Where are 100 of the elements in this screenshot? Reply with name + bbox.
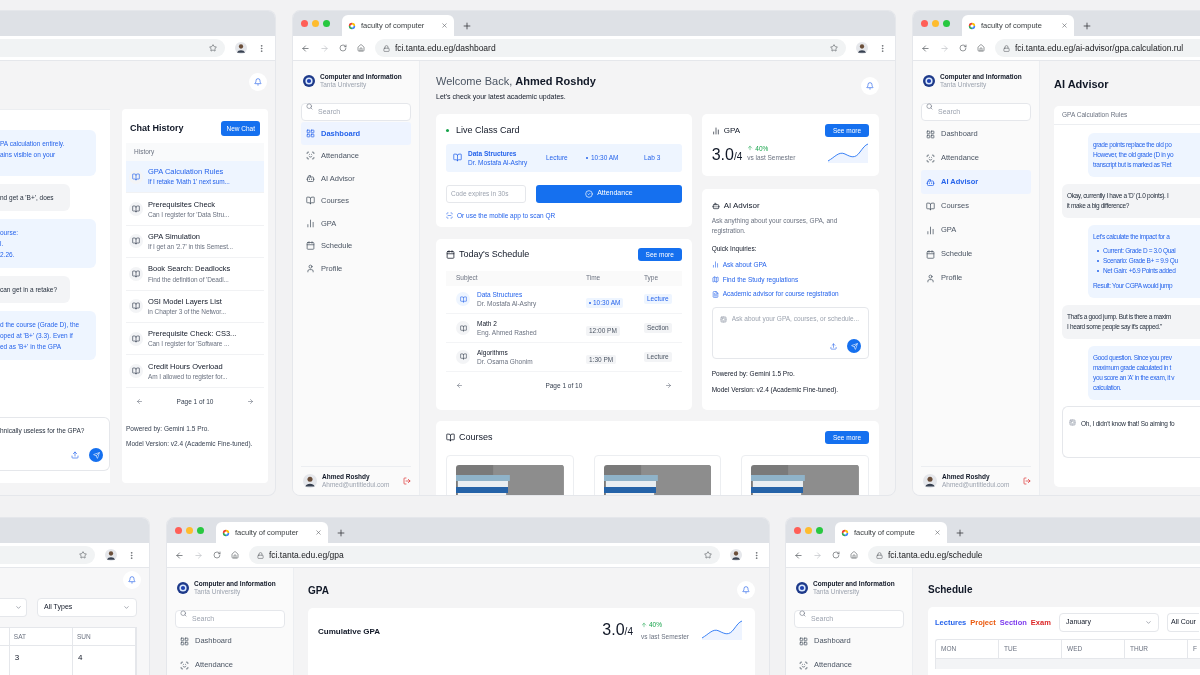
address-bar[interactable]: fci.tanta.edu.eg/gpa [249, 546, 720, 564]
nav-icon [306, 196, 315, 206]
arrow-up-icon [640, 621, 647, 628]
nav-icon [799, 636, 808, 646]
bookmark-star-icon[interactable] [79, 551, 87, 559]
quick-link-icon [711, 261, 719, 269]
minimize-button[interactable] [805, 527, 812, 534]
bookmark-star-icon[interactable] [704, 551, 712, 559]
minimize-button[interactable] [312, 20, 319, 27]
book-icon [132, 172, 140, 181]
book-icon [453, 153, 462, 162]
lock-icon [1003, 44, 1010, 52]
forward-icon[interactable] [320, 43, 329, 53]
address-bar[interactable]: fci.tanta.edu.eg/dashboard [375, 39, 846, 57]
maximize-button[interactable] [943, 20, 950, 27]
chevron-icon [1145, 619, 1152, 626]
maximize-button[interactable] [816, 527, 823, 534]
forward-icon[interactable] [194, 550, 203, 560]
close-tab-icon[interactable] [1061, 22, 1068, 29]
menu-icon[interactable] [257, 43, 266, 53]
reload-icon[interactable] [832, 551, 840, 559]
day-cell[interactable]: 3 [9, 646, 73, 675]
gpa-scale: /4 [733, 152, 743, 162]
book-icon [446, 433, 455, 443]
book-icon [132, 302, 140, 311]
home-icon[interactable] [850, 551, 858, 559]
previous-page-icon[interactable] [136, 398, 143, 406]
home-icon[interactable] [231, 551, 239, 559]
reload-icon[interactable] [959, 44, 967, 52]
close-tab-icon[interactable] [441, 22, 448, 29]
minimize-button[interactable] [932, 20, 939, 27]
back-icon[interactable] [921, 43, 930, 53]
close-button[interactable] [921, 20, 928, 27]
nav-icon [926, 177, 935, 187]
address-bar[interactable] [0, 546, 95, 564]
day-cell[interactable]: 4 [72, 646, 136, 675]
book-icon [132, 367, 140, 376]
minimize-button[interactable] [186, 527, 193, 534]
new-tab-icon[interactable] [336, 527, 346, 538]
book-icon [459, 324, 467, 332]
bookmark-star-icon[interactable] [830, 44, 838, 52]
panel-title: Chat History [130, 121, 184, 135]
search-icon [306, 102, 313, 110]
maximize-button[interactable] [197, 527, 204, 534]
book-icon [132, 205, 140, 214]
close-tab-icon[interactable] [934, 529, 941, 536]
tab-favicon-icon [348, 21, 356, 30]
filter-dropdown[interactable] [0, 598, 27, 617]
back-icon[interactable] [175, 550, 184, 560]
close-tab-icon[interactable] [315, 529, 322, 536]
menu-icon[interactable] [878, 43, 887, 53]
new-tab-icon[interactable] [462, 20, 472, 31]
logout-icon[interactable] [403, 477, 411, 485]
book-icon [132, 237, 140, 246]
home-icon[interactable] [357, 44, 365, 52]
reload-icon[interactable] [213, 551, 221, 559]
logout-icon[interactable] [1023, 477, 1031, 485]
upload-icon[interactable] [71, 451, 79, 459]
notification-button[interactable] [249, 73, 267, 91]
next-page-icon[interactable] [664, 381, 672, 389]
notification-button[interactable] [861, 77, 879, 95]
scan-icon [446, 211, 453, 219]
address-bar[interactable]: fci.tanta.edu.eg/ai-advisor/gpa.calculation.rul [995, 39, 1200, 57]
chip-icon [1069, 418, 1076, 426]
bookmark-star-icon[interactable] [209, 44, 217, 52]
book-icon [459, 353, 467, 361]
logo-icon [303, 75, 315, 87]
bell-icon [128, 576, 136, 584]
lock-icon [383, 44, 390, 52]
notification-button[interactable] [737, 581, 755, 599]
close-button[interactable] [301, 20, 308, 27]
sparkline [827, 143, 869, 163]
forward-icon[interactable] [940, 43, 949, 53]
back-icon[interactable] [794, 550, 803, 560]
close-button[interactable] [175, 527, 182, 534]
upload-icon[interactable] [830, 342, 837, 350]
new-tab-icon[interactable] [955, 527, 965, 538]
home-icon[interactable] [977, 44, 985, 52]
menu-icon[interactable] [752, 550, 761, 560]
menu-icon[interactable] [127, 550, 136, 560]
reload-icon[interactable] [339, 44, 347, 52]
maximize-button[interactable] [323, 20, 330, 27]
send-button[interactable] [847, 339, 861, 353]
previous-page-icon[interactable] [456, 381, 463, 389]
nav-icon [306, 128, 315, 138]
address-bar[interactable]: fci.tanta.edu.eg/schedule [868, 546, 1200, 564]
page-title: GPA [308, 583, 329, 598]
avatar-icon [923, 474, 937, 488]
chevron-icon [123, 604, 130, 611]
calendar-icon [446, 250, 455, 260]
gpa-value: 3.0 [602, 622, 625, 638]
new-tab-icon[interactable] [1082, 20, 1092, 31]
notification-button[interactable] [123, 571, 141, 589]
close-button[interactable] [794, 527, 801, 534]
back-icon[interactable] [301, 43, 310, 53]
send-button[interactable] [89, 448, 103, 462]
next-page-icon[interactable] [247, 398, 254, 406]
nav-icon [306, 173, 315, 183]
forward-icon[interactable] [813, 550, 822, 560]
lock-icon [257, 551, 264, 559]
